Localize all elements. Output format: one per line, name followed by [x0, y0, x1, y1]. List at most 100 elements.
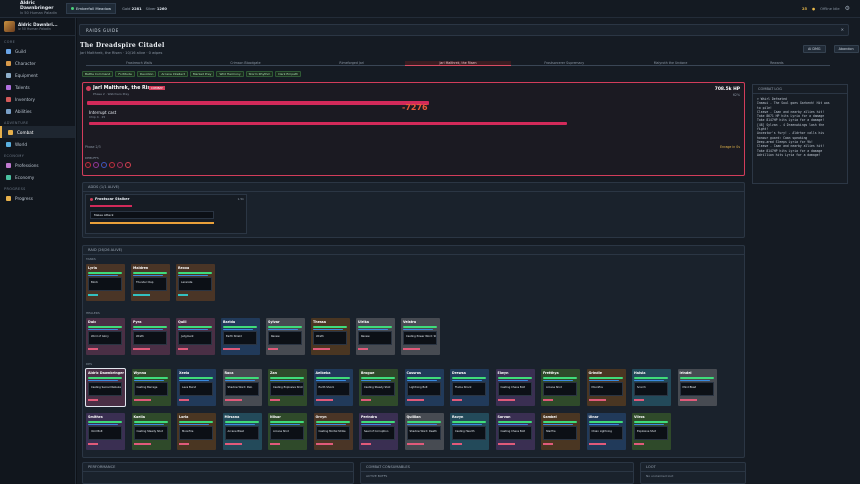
sidebar-item-abilities[interactable]: Abilities: [0, 105, 75, 117]
raid-member-card[interactable]: Lorla Moonfire: [177, 413, 216, 450]
raid-member-card[interactable]: Sambel Starfire: [541, 413, 580, 450]
raid-member-card[interactable]: Wynna Casting Barrage: [131, 369, 171, 406]
raid-member-card[interactable]: Dulc Word of Glory: [86, 318, 125, 355]
member-hp-bar: [497, 421, 532, 423]
sidebar-item-inventory[interactable]: Inventory: [0, 93, 75, 105]
talents-icon: [6, 84, 11, 90]
raid-member-card[interactable]: Drewsa Flame Shock: [450, 369, 489, 406]
raid-member-card[interactable]: Nilsar Arcane Shot: [268, 413, 307, 450]
raid-member-card[interactable]: Cassros Lightning Bolt: [404, 369, 444, 406]
raid-member-card[interactable]: Quill Judgment: [176, 318, 215, 355]
ai-dmg-button[interactable]: AI DMG: [803, 45, 826, 53]
stage-5[interactable]: Frostsorcerer Supremacy: [511, 61, 618, 66]
stage-4[interactable]: Jarl Malthrek, the Risen: [404, 61, 512, 66]
buff-tag: Arcane Intellect: [158, 71, 188, 77]
character-summary[interactable]: Aldric Dawnbringer lv 50 Human Paladin: [0, 1, 64, 16]
raid-member-card[interactable]: Mirsana Arcane Blast: [222, 413, 262, 450]
sidebar-item-combat[interactable]: Combat: [0, 126, 75, 138]
raid-member-card[interactable]: Elwyn Casting Chaos Bolt: [495, 369, 535, 406]
boss-name: Jarl Malthrek, the Risen: [93, 86, 157, 91]
stage-3[interactable]: Rimeforged Jarl: [298, 61, 405, 66]
stage-6[interactable]: Malyroth the Undone: [617, 61, 724, 66]
member-hp-bar: [588, 421, 623, 423]
collapse-icon[interactable]: ✕: [841, 27, 844, 32]
raid-member-card[interactable]: Raca Shadow Word: Pain: [222, 369, 262, 406]
raid-member-card[interactable]: Aldric Dawnbringer Casting Sacred Rebuke: [85, 368, 126, 407]
raid-member-card[interactable]: Grindle Moonfire: [586, 369, 626, 406]
raid-title: The Dreadspire Citadel: [80, 42, 165, 49]
idle-status[interactable]: Offline Idle: [820, 7, 839, 11]
sidebar-character[interactable]: Aldric Dawnbri... lv 50 Human Paladin: [0, 18, 75, 36]
raid-member-card[interactable]: Ulnar Chain Lightning: [586, 413, 626, 450]
raid-member-card[interactable]: Barida Earth Shield: [221, 318, 260, 355]
raid-member-card[interactable]: Irindel Mind Blast: [677, 369, 717, 406]
raid-member-card[interactable]: Orvyn Casting Mortal Strike: [313, 413, 353, 450]
raid-member-card[interactable]: Smithra Void Bolt: [86, 413, 125, 450]
member-hp-bar: [452, 421, 486, 423]
raid-member-card[interactable]: Velstra Casting Power Word: Shi: [401, 318, 440, 355]
settings-gear-icon[interactable]: ⚙: [845, 5, 850, 12]
raid-member-card[interactable]: Rexxa Lacerate: [176, 264, 215, 301]
raid-member-card[interactable]: Fretthya Arcane Shot: [541, 369, 580, 406]
member-resource-bar: [315, 423, 346, 425]
member-resource-bar: [223, 328, 253, 330]
debuff-icon[interactable]: [125, 162, 131, 168]
raid-member-card[interactable]: Vilros Explosive Shot: [632, 413, 671, 450]
member-cast: Block: [88, 277, 122, 291]
member-threat-bar: [224, 399, 242, 401]
stage-2[interactable]: Crimson Bloodgate: [192, 61, 299, 66]
raid-member-card[interactable]: Thessa Wrath: [311, 318, 350, 355]
sidebar-item-progress[interactable]: Progress: [0, 192, 75, 204]
sidebar-item-equipment[interactable]: Equipment: [0, 69, 75, 81]
member-resource-bar: [358, 328, 388, 330]
raid-member-card[interactable]: Ulrika Renew: [356, 318, 395, 355]
raid-member-card[interactable]: Maldren Thunder Clap: [131, 264, 170, 301]
raid-member-card[interactable]: Brogue Casting Steady Shot: [359, 369, 398, 406]
raid-member-card[interactable]: Sorvan Casting Chaos Bolt: [495, 413, 535, 450]
adds-title: ADDS (1/1 ALIVE): [83, 183, 744, 192]
member-threat-bar: [358, 348, 368, 350]
add-card[interactable]: Frostscar Stalker 1.5k Melee Attack: [85, 194, 247, 234]
debuff-icon[interactable]: [101, 162, 107, 168]
sidebar-item-character[interactable]: Character: [0, 57, 75, 69]
member-resource-bar: [133, 379, 164, 381]
stage-1[interactable]: Frostreach Walls: [86, 61, 193, 66]
member-resource-bar: [133, 328, 163, 330]
sidebar-item-guild[interactable]: Guild: [0, 45, 75, 57]
buff-tag: Marked Prey: [189, 71, 215, 77]
sidebar-item-talents[interactable]: Talents: [0, 81, 75, 93]
debuff-icon[interactable]: [93, 162, 99, 168]
member-cast: Casting Sacred Rebuke: [88, 382, 122, 396]
economy-icon: [6, 174, 11, 180]
raid-guide-header: RAIDS GUIDE ✕: [79, 24, 849, 36]
sidebar-item-professions[interactable]: Professions: [0, 159, 75, 171]
raid-member-card[interactable]: Aelbeka Earth Shock: [313, 369, 353, 406]
raid-member-card[interactable]: Xeela Lava Burst: [177, 369, 216, 406]
raid-member-card[interactable]: Halsia Scorch: [632, 369, 671, 406]
member-hp-bar: [88, 326, 122, 328]
raid-member-card[interactable]: Lyria Block: [86, 264, 125, 301]
member-cast: Casting Hearth: [452, 426, 486, 440]
raid-member-card[interactable]: Kaelia Casting Steady Shot: [131, 413, 171, 450]
stage-7[interactable]: Rewards: [723, 61, 830, 66]
member-hp-bar: [406, 377, 441, 379]
world-icon: [6, 141, 11, 147]
raid-member-card[interactable]: Sylvar Renew: [266, 318, 305, 355]
raid-member-card[interactable]: Pyra Wrath: [131, 318, 170, 355]
raid-member-card[interactable]: Zan Casting Explosive Shot: [268, 369, 307, 406]
abilities-icon: [6, 108, 11, 114]
raid-member-card[interactable]: Ravyn Casting Hearth: [450, 413, 489, 450]
member-hp-bar: [634, 377, 668, 379]
sidebar-item-world[interactable]: World: [0, 138, 75, 150]
debuff-icon[interactable]: [85, 162, 91, 168]
raid-member-card[interactable]: Quillian Shadow Word: Death: [404, 413, 444, 450]
debuff-icon[interactable]: [109, 162, 115, 168]
abandon-button[interactable]: Abandon: [833, 45, 859, 53]
raid-member-card[interactable]: Perindra Seed of Corruption: [359, 413, 398, 450]
member-hp-bar: [634, 421, 668, 423]
boss-hp-pct: 62%: [732, 93, 740, 97]
sidebar-item-economy[interactable]: Economy: [0, 171, 75, 183]
zone-selector[interactable]: Emberfall Meadow: [66, 3, 117, 14]
debuff-icon[interactable]: [117, 162, 123, 168]
guild-icon: [6, 48, 11, 54]
